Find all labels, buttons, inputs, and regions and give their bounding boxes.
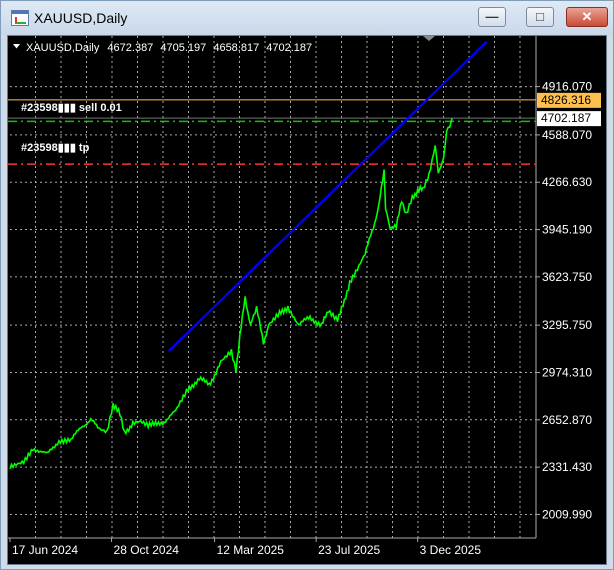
sell-order-label[interactable]: #23598▮▮▮ sell 0.01 xyxy=(21,102,122,114)
time-tick-label: 23 Jul 2025 xyxy=(318,543,380,557)
time-tick-label: 3 Dec 2025 xyxy=(420,543,482,557)
header-open: 4672.387 xyxy=(107,42,153,54)
sell-price-label: 4826.316 xyxy=(541,93,591,107)
price-tick-label: 3623.750 xyxy=(542,270,592,284)
window-title: XAUUSD,Daily xyxy=(34,10,128,26)
close-icon: ✕ xyxy=(581,9,593,24)
header-close: 4702.187 xyxy=(266,42,312,54)
price-tick-label: 2974.310 xyxy=(542,365,592,379)
trend-line[interactable] xyxy=(168,41,488,352)
price-line xyxy=(9,118,453,470)
tp-order-label[interactable]: #23598▮▮▮ tp xyxy=(21,142,90,154)
chart-window: XAUUSD,Daily — □ ✕ 4916.070 4588.070 4266.… xyxy=(0,0,614,570)
chart-area[interactable]: 4916.070 4588.070 4266.630 3945.190 3623.750… xyxy=(7,35,607,565)
shift-marker-icon[interactable] xyxy=(423,36,435,41)
chart-header: XAUUSD,Daily 4672.387 4705.197 4658.817 … xyxy=(26,42,312,54)
time-tick-label: 12 Mar 2025 xyxy=(217,543,285,557)
chart-window-icon xyxy=(11,10,29,26)
maximize-button[interactable]: □ xyxy=(526,7,554,27)
price-tick-label: 2652.870 xyxy=(542,413,592,427)
minimize-button[interactable]: — xyxy=(478,7,506,27)
time-axis: 17 Jun 2024 28 Oct 2024 12 Mar 2025 23 Jul … xyxy=(9,538,482,557)
price-tick-label: 4916.070 xyxy=(542,80,592,94)
current-price-label: 4702.187 xyxy=(541,111,591,125)
close-button[interactable]: ✕ xyxy=(566,7,608,27)
price-tick-label: 4266.630 xyxy=(542,175,592,189)
header-high: 4705.197 xyxy=(160,42,206,54)
price-tick-label: 4588.070 xyxy=(542,128,592,142)
title-bar[interactable]: XAUUSD,Daily — □ ✕ xyxy=(1,1,613,35)
price-tick-label: 3945.190 xyxy=(542,223,592,237)
header-symbol: XAUUSD,Daily xyxy=(26,42,100,54)
minimize-icon: — xyxy=(485,9,499,24)
maximize-icon: □ xyxy=(536,9,544,24)
time-tick-label: 28 Oct 2024 xyxy=(114,543,180,557)
chart-menu-icon[interactable] xyxy=(13,44,20,49)
time-tick-label: 17 Jun 2024 xyxy=(12,543,78,557)
header-low: 4658.817 xyxy=(213,42,259,54)
price-tick-label: 2009.990 xyxy=(542,507,592,521)
price-chart[interactable]: 4916.070 4588.070 4266.630 3945.190 3623.750… xyxy=(8,36,606,564)
price-tick-label: 3295.750 xyxy=(542,318,592,332)
price-tick-label: 2331.430 xyxy=(542,460,592,474)
price-axis: 4916.070 4588.070 4266.630 3945.190 3623.750… xyxy=(536,80,592,521)
